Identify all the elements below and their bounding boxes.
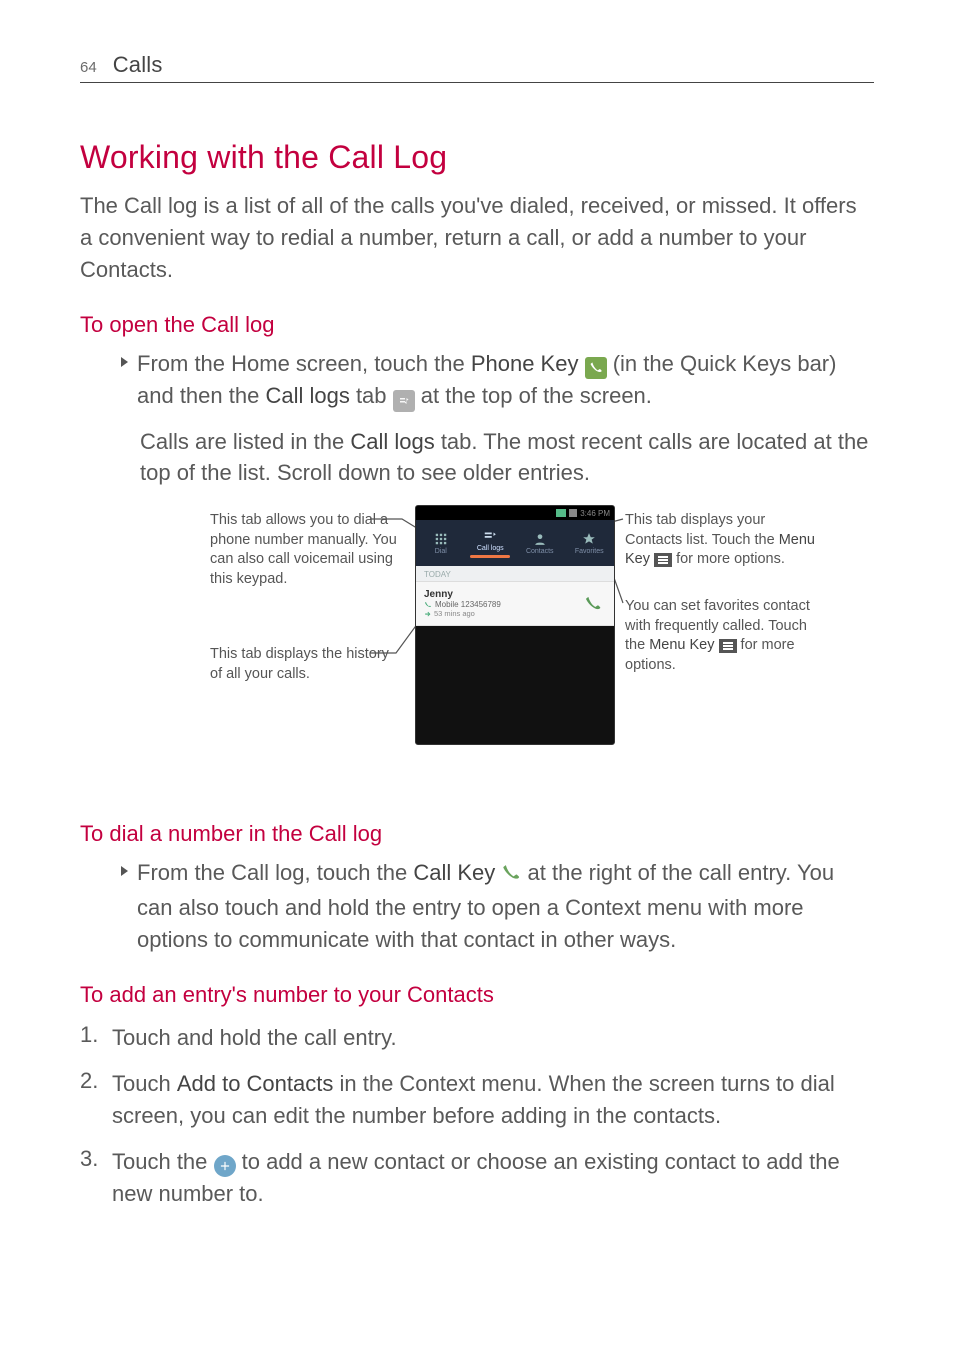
tab-label: Dial (435, 548, 447, 555)
call-logs-label: Call logs (265, 383, 349, 408)
step-number: 1. (80, 1022, 102, 1054)
call-logs-tab-icon (393, 390, 415, 412)
text-fragment: Touch (112, 1071, 177, 1096)
step-3: 3. Touch the to add a new contact or cho… (80, 1146, 874, 1210)
menu-key-icon (719, 639, 737, 653)
bullet-dial-step: From the Call log, touch the Call Key at… (80, 857, 874, 956)
page-title: Working with the Call Log (80, 139, 874, 176)
entry-call-button[interactable] (580, 591, 606, 617)
call-key-icon (501, 860, 521, 892)
bullet-dial-text: From the Call log, touch the Call Key at… (137, 857, 874, 956)
add-contact-icon (214, 1155, 236, 1177)
phone-time: 3:46 PM (580, 509, 610, 518)
phone-status-bar: 3:46 PM (416, 506, 614, 520)
numbered-list: 1. Touch and hold the call entry. 2. Tou… (80, 1022, 874, 1209)
bullet-open-step: From the Home screen, touch the Phone Ke… (80, 348, 874, 412)
step-1: 1. Touch and hold the call entry. (80, 1022, 874, 1054)
add-to-contacts-label: Add to Contacts (177, 1071, 334, 1096)
tab-label: Call logs (477, 545, 504, 552)
text-fragment: Touch the (112, 1149, 214, 1174)
bullet-open-text: From the Home screen, touch the Phone Ke… (137, 348, 874, 412)
section-title: Calls (113, 52, 163, 78)
phone-tab-call-logs[interactable]: Call logs (466, 520, 516, 566)
text-fragment: Calls are listed in the (140, 429, 350, 454)
step-2: 2. Touch Add to Contacts in the Context … (80, 1068, 874, 1132)
page-number: 64 (80, 59, 97, 76)
phone-screenshot: 3:46 PM Dial Call logs Contacts Favorite… (415, 505, 615, 745)
entry-number-text: Mobile 123456789 (435, 600, 501, 609)
entry-ago: 53 mins ago (424, 609, 580, 618)
bullet-caret-icon (120, 865, 129, 877)
step-number: 3. (80, 1146, 102, 1210)
intro-text: The Call log is a list of all of the cal… (80, 190, 874, 286)
dial-icon (434, 532, 448, 546)
phone-key-icon (585, 357, 607, 379)
phone-key-label: Phone Key (471, 351, 579, 376)
signal-icon (556, 509, 566, 517)
entry-name: Jenny (424, 589, 580, 600)
call-log-entry[interactable]: Jenny Mobile 123456789 53 mins ago (416, 582, 614, 626)
subheading-open: To open the Call log (80, 312, 874, 338)
figure: This tab allows you to dial a phone numb… (80, 505, 874, 795)
text-fragment: From the Home screen, touch the (137, 351, 471, 376)
page-header: 64 Calls (80, 52, 874, 78)
text-fragment: at the top of the screen. (415, 383, 652, 408)
text-fragment: tab (350, 383, 393, 408)
arrow-icon (424, 610, 431, 617)
contacts-icon (533, 532, 547, 546)
text-fragment: From the Call log, touch the (137, 860, 413, 885)
call-logs-icon (483, 529, 497, 543)
entry-number: Mobile 123456789 (424, 600, 580, 609)
favorites-icon (582, 532, 596, 546)
subheading-dial: To dial a number in the Call log (80, 821, 874, 847)
phone-tab-contacts[interactable]: Contacts (515, 520, 565, 566)
battery-icon (569, 509, 577, 517)
step-text: Touch Add to Contacts in the Context men… (112, 1068, 874, 1132)
phone-icon (584, 595, 602, 613)
phone-tab-favorites[interactable]: Favorites (565, 520, 615, 566)
phone-tab-dial[interactable]: Dial (416, 520, 466, 566)
phone-tabs: Dial Call logs Contacts Favorites (416, 520, 614, 566)
call-key-label: Call Key (413, 860, 495, 885)
header-rule (80, 82, 874, 83)
tab-label: Favorites (575, 548, 604, 555)
subheading-add: To add an entry's number to your Contact… (80, 982, 874, 1008)
call-logs-label-2: Call logs (350, 429, 434, 454)
entry-ago-text: 53 mins ago (434, 609, 475, 618)
step-text: Touch the to add a new contact or choose… (112, 1146, 874, 1210)
phone-today-label: TODAY (416, 566, 614, 582)
bullet-caret-icon (120, 356, 129, 368)
tab-label: Contacts (526, 548, 554, 555)
open-description: Calls are listed in the Call logs tab. T… (80, 426, 874, 490)
phone-small-icon (424, 601, 432, 609)
step-text: Touch and hold the call entry. (112, 1022, 397, 1054)
text-fragment: for more options. (676, 551, 785, 567)
step-number: 2. (80, 1068, 102, 1132)
